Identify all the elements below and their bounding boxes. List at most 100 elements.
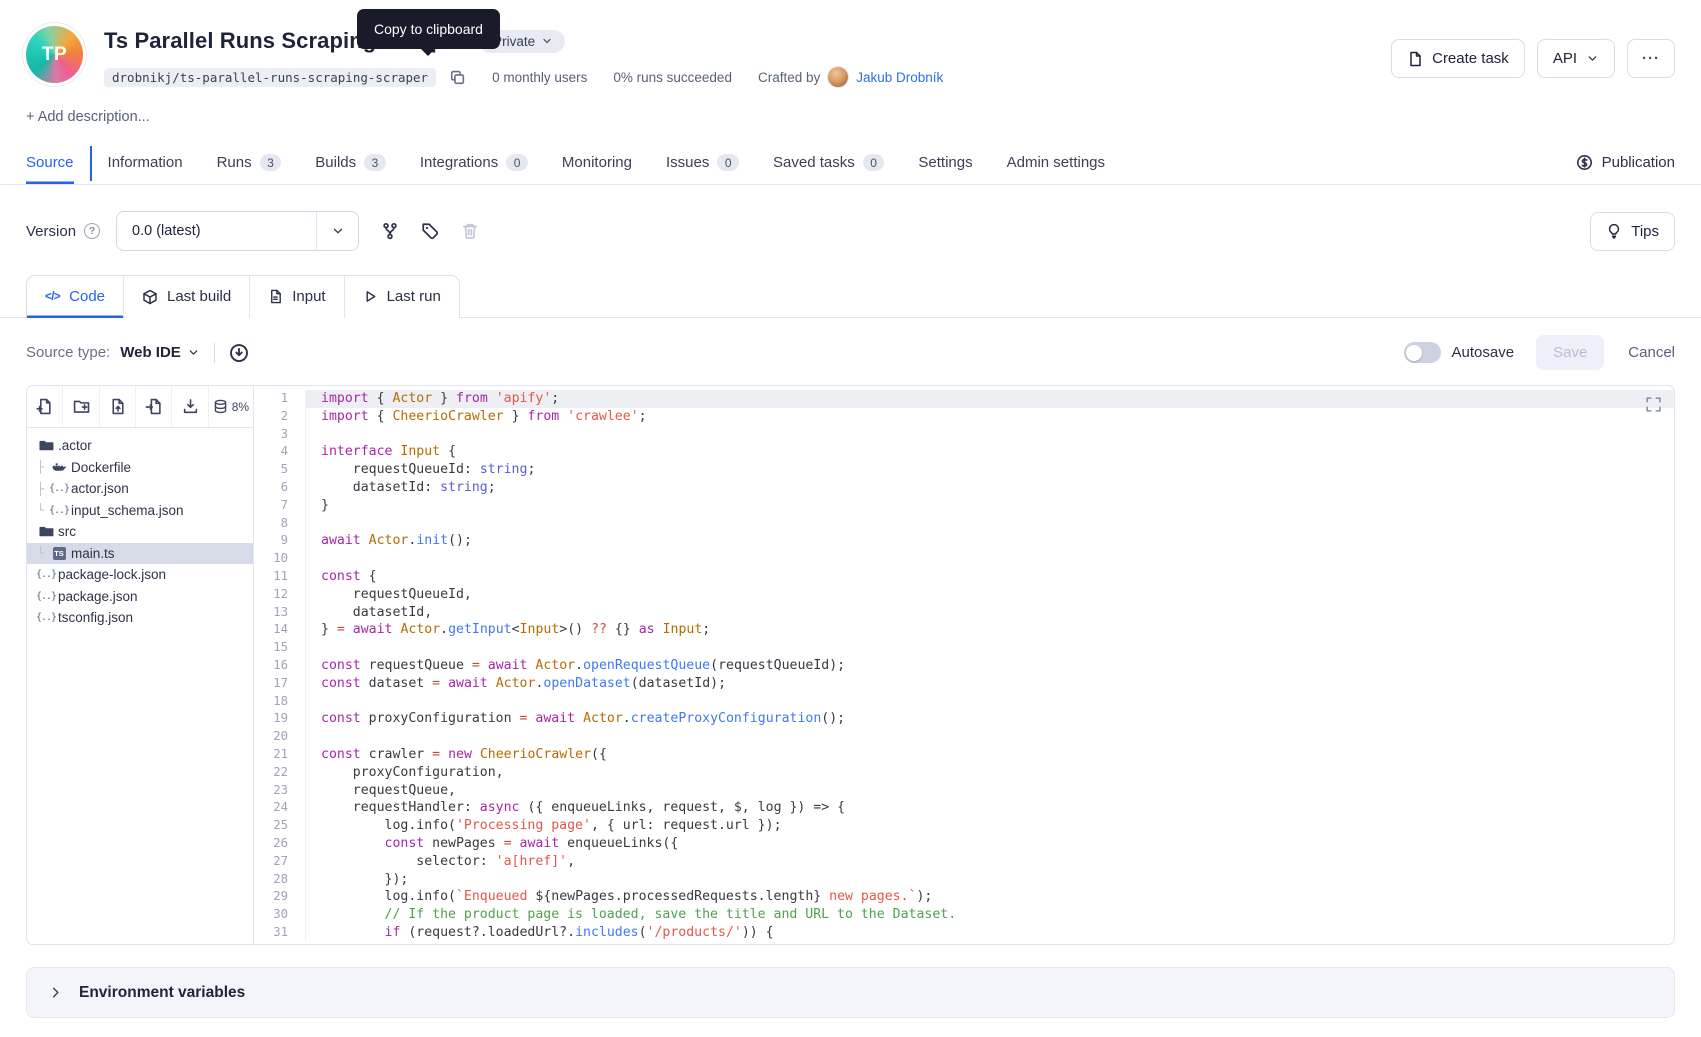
code-line[interactable]: 22proxyConfiguration, <box>254 764 1674 782</box>
environment-variables-panel[interactable]: Environment variables <box>26 967 1675 1018</box>
web-ide-panel: 8% .actor├Dockerfile├{..}actor.json└{..}… <box>26 385 1675 945</box>
tooltip-text: Copy to clipboard <box>374 21 483 37</box>
code-line[interactable]: 20 <box>254 728 1674 746</box>
code-line[interactable]: 15 <box>254 639 1674 657</box>
tab-admin-settings[interactable]: Admin settings <box>1007 143 1105 184</box>
code-line-content: proxyConfiguration, <box>306 764 1674 782</box>
tab-builds[interactable]: Builds3 <box>315 143 386 184</box>
code-line[interactable]: 18 <box>254 693 1674 711</box>
editor-tab-code[interactable]: </>Code <box>27 276 124 318</box>
stat-monthly-users: 0 monthly users <box>492 70 587 85</box>
tree-item-src[interactable]: src <box>27 521 253 543</box>
code-line[interactable]: 21const crawler = new CheerioCrawler({ <box>254 746 1674 764</box>
editor-tab-last-build[interactable]: Last build <box>124 276 250 318</box>
code-line-content: datasetId, <box>306 604 1674 622</box>
code-line[interactable]: 16const requestQueue = await Actor.openR… <box>254 657 1674 675</box>
code-line[interactable]: 27selector: 'a[href]', <box>254 853 1674 871</box>
code-line[interactable]: 31if (request?.loadedUrl?.includes('/pro… <box>254 924 1674 942</box>
code-line[interactable]: 3 <box>254 426 1674 444</box>
upload-file-button[interactable] <box>100 386 136 427</box>
code-line[interactable]: 25log.info('Processing page', { url: req… <box>254 817 1674 835</box>
main-tab-bar: Source Information Runs3 Builds3 Integration… <box>0 143 1701 185</box>
code-line[interactable]: 23requestQueue, <box>254 782 1674 800</box>
tree-item-package-json[interactable]: {..}package.json <box>27 586 253 608</box>
more-actions-button[interactable]: ··· <box>1627 39 1675 78</box>
code-line[interactable]: 2import { CheerioCrawler } from 'crawlee… <box>254 408 1674 426</box>
code-line[interactable]: 1import { Actor } from 'apify'; <box>254 390 1674 408</box>
cancel-button[interactable]: Cancel <box>1628 344 1675 361</box>
tab-monitoring[interactable]: Monitoring <box>562 143 632 184</box>
tab-publication[interactable]: Publication <box>1576 143 1675 184</box>
autosave-toggle[interactable] <box>1404 342 1441 363</box>
code-line[interactable]: 5requestQueueId: string; <box>254 461 1674 479</box>
copy-icon[interactable] <box>449 69 466 86</box>
code-line-content: import { Actor } from 'apify'; <box>306 390 1674 408</box>
api-button[interactable]: API <box>1537 39 1615 78</box>
tab-runs[interactable]: Runs3 <box>217 143 282 184</box>
code-line[interactable]: 6datasetId: string; <box>254 479 1674 497</box>
tree-item-actor[interactable]: .actor <box>27 435 253 457</box>
code-line[interactable]: 13datasetId, <box>254 604 1674 622</box>
crafted-by: Crafted by Jakub Drobník <box>758 67 943 87</box>
code-line[interactable]: 4interface Input { <box>254 443 1674 461</box>
line-number: 16 <box>254 657 306 675</box>
code-line[interactable]: 24requestHandler: async ({ enqueueLinks,… <box>254 799 1674 817</box>
tree-item-main-ts[interactable]: └TSmain.ts <box>27 543 253 565</box>
editor-tab-last-run[interactable]: Last run <box>345 276 459 318</box>
repo-slug[interactable]: drobnikj/ts-parallel-runs-scraping-scrap… <box>104 68 436 87</box>
import-file-button[interactable] <box>136 386 172 427</box>
help-icon[interactable]: ? <box>84 223 100 239</box>
code-line[interactable]: 8 <box>254 515 1674 533</box>
publication-label: Publication <box>1602 154 1675 171</box>
code-line[interactable]: 10 <box>254 550 1674 568</box>
code-line[interactable]: 19const proxyConfiguration = await Actor… <box>254 710 1674 728</box>
tree-item-input-schema-json[interactable]: └{..}input_schema.json <box>27 500 253 522</box>
tab-issues[interactable]: Issues0 <box>666 143 739 184</box>
download-tray-button[interactable] <box>172 386 208 427</box>
source-type-select[interactable]: Web IDE <box>120 344 200 361</box>
editor-tab-label: Last build <box>167 288 231 305</box>
git-branch-icon[interactable] <box>381 222 399 240</box>
storage-usage: 8% <box>209 386 253 427</box>
code-line[interactable]: 26const newPages = await enqueueLinks({ <box>254 835 1674 853</box>
tree-item-tsconfig-json[interactable]: {..}tsconfig.json <box>27 607 253 629</box>
tab-integrations[interactable]: Integrations0 <box>420 143 528 184</box>
code-line[interactable]: 7} <box>254 497 1674 515</box>
code-line[interactable]: 9await Actor.init(); <box>254 532 1674 550</box>
code-line[interactable]: 11const { <box>254 568 1674 586</box>
file-icon <box>268 289 283 304</box>
author-link[interactable]: Jakub Drobník <box>856 70 943 85</box>
tree-item-package-lock-json[interactable]: {..}package-lock.json <box>27 564 253 586</box>
line-number: 27 <box>254 853 306 871</box>
tab-saved-tasks[interactable]: Saved tasks0 <box>773 143 884 184</box>
source-type-value: Web IDE <box>120 344 181 361</box>
code-line[interactable]: 28}); <box>254 871 1674 889</box>
tag-icon[interactable] <box>421 222 439 240</box>
version-select-value: 0.0 (latest) <box>117 223 316 239</box>
chevron-down-icon[interactable] <box>316 212 358 250</box>
tab-count-badge: 3 <box>364 154 386 171</box>
code-line-content: const crawler = new CheerioCrawler({ <box>306 746 1674 764</box>
tree-item-actor-json[interactable]: ├{..}actor.json <box>27 478 253 500</box>
code-line[interactable]: 12requestQueueId, <box>254 586 1674 604</box>
tips-button[interactable]: Tips <box>1590 212 1675 251</box>
tab-information[interactable]: Information <box>108 143 183 184</box>
tab-source[interactable]: Source <box>26 143 74 184</box>
new-file-button[interactable] <box>27 386 63 427</box>
create-task-button[interactable]: Create task <box>1391 39 1525 78</box>
code-line[interactable]: 14} = await Actor.getInput<Input>() ?? {… <box>254 621 1674 639</box>
version-select[interactable]: 0.0 (latest) <box>116 211 359 251</box>
code-line[interactable]: 30// If the product page is loaded, save… <box>254 906 1674 924</box>
tree-item-dockerfile[interactable]: ├Dockerfile <box>27 457 253 479</box>
code-editor[interactable]: 1import { Actor } from 'apify';2import {… <box>254 386 1674 944</box>
save-button[interactable]: Save <box>1536 335 1604 370</box>
add-description[interactable]: + Add description... <box>26 109 1675 125</box>
code-line[interactable]: 29log.info(`Enqueued ${newPages.processe… <box>254 888 1674 906</box>
code-line[interactable]: 17const dataset = await Actor.openDatase… <box>254 675 1674 693</box>
storage-percent: 8% <box>232 400 249 414</box>
editor-tab-input[interactable]: Input <box>250 276 344 318</box>
download-circle-icon[interactable] <box>229 343 249 363</box>
fullscreen-icon[interactable] <box>1645 396 1662 413</box>
new-folder-button[interactable] <box>63 386 99 427</box>
tab-settings[interactable]: Settings <box>918 143 972 184</box>
